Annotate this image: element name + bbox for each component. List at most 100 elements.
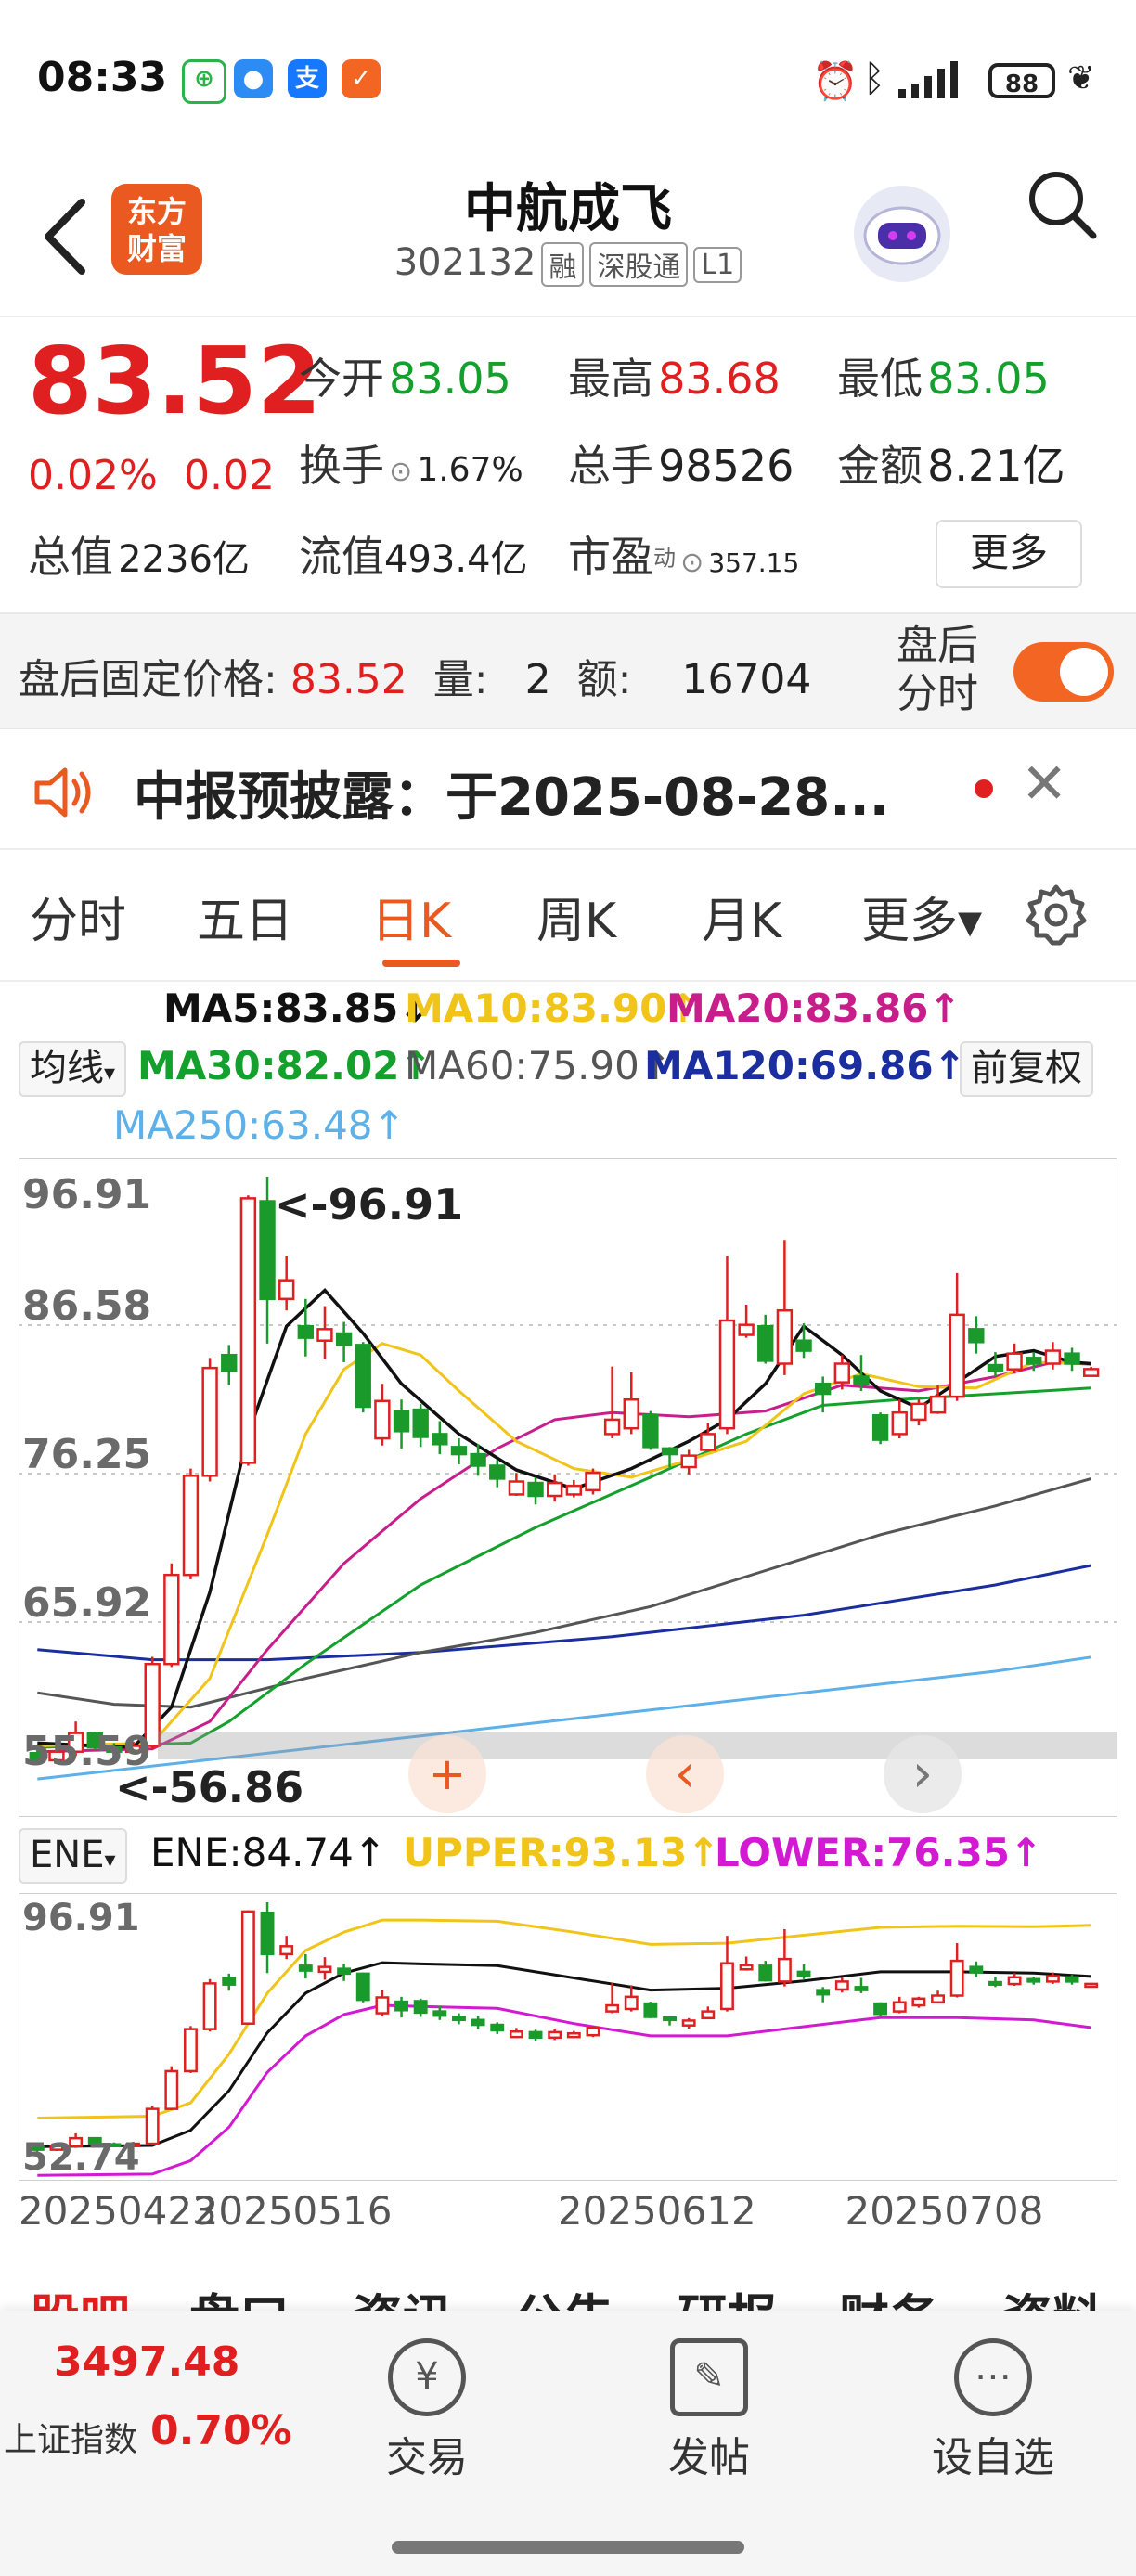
signal-icon — [898, 61, 958, 98]
candle-body — [718, 1319, 736, 1430]
candle-body — [452, 2016, 466, 2022]
candle-body — [949, 1959, 964, 1997]
x-tick-label: 20250516 — [193, 2188, 393, 2234]
candle-body — [891, 1410, 908, 1436]
tab-forum[interactable]: 股吧 — [30, 2277, 130, 2311]
ene-chart[interactable]: 96.91 52.74 — [19, 1893, 1117, 2181]
tab-five-day[interactable]: 五日 — [197, 882, 293, 951]
tab-research[interactable]: 研报 — [678, 2277, 778, 2311]
clock: 08:33 — [37, 54, 168, 101]
unread-dot — [975, 779, 993, 798]
active-tab-indicator — [382, 960, 460, 967]
pe-field: 市盈动 ⊙ 357.15 — [568, 523, 799, 585]
nav-trade[interactable]: ¥ 交易 — [371, 2338, 483, 2483]
more-button[interactable]: 更多 — [936, 520, 1082, 588]
tab-order-book[interactable]: 盘口 — [189, 2277, 290, 2311]
candle-body — [432, 2010, 447, 2017]
candle-body — [297, 1324, 315, 1339]
x-tick-label: 20250612 — [557, 2188, 756, 2234]
ene-selector[interactable]: ENE▾ — [19, 1828, 127, 1884]
candle-body — [201, 1366, 218, 1477]
battery-indicator: 88 — [988, 63, 1055, 98]
tab-financials[interactable]: 财务 — [839, 2277, 939, 2311]
quote-panel: 83.52 0.02% 0.02 今开 83.05 最高 83.68 最低 83… — [0, 317, 1136, 611]
index-value: 3497.48 — [54, 2338, 240, 2386]
candle-body — [240, 1910, 255, 2025]
adjust-button[interactable]: 前复权 — [960, 1041, 1093, 1097]
close-icon[interactable]: ✕ — [1021, 752, 1067, 817]
candle-body — [316, 1328, 333, 1342]
tab-day-k[interactable]: 日K — [371, 882, 451, 951]
candle-body — [546, 1481, 563, 1498]
y-tick-label: 76.25 — [22, 1431, 151, 1478]
tab-week-k[interactable]: 周K — [536, 882, 616, 951]
stock-code: 302132 — [394, 241, 536, 284]
candle-body — [680, 1454, 697, 1469]
candle-body — [910, 1402, 927, 1422]
stock-name: 中航成飞 — [464, 179, 672, 239]
tab-profile[interactable]: 资料 — [1002, 2277, 1103, 2311]
nav-add-watchlist[interactable]: ⋯ 设自选 — [928, 2338, 1058, 2483]
candle-body — [854, 1986, 869, 1991]
candlestick-chart[interactable]: 96.9186.5876.2565.9255.59 <-96.91 <-56.8… — [19, 1158, 1117, 1817]
ma20-label: MA20:83.86↑ — [666, 985, 962, 1031]
y-tick-label: 96.91 — [22, 1171, 151, 1218]
tab-more[interactable]: 更多▾ — [861, 882, 982, 951]
candle-body — [795, 1339, 812, 1352]
candle-body — [394, 2000, 408, 2012]
indicator-selector[interactable]: 均线▾ — [19, 1041, 127, 1097]
change-amount: 0.02 — [184, 452, 275, 499]
info-icon[interactable]: ⊙ — [389, 456, 412, 488]
scroll-track[interactable] — [158, 1732, 1117, 1759]
upper-label: UPPER:93.13↑ — [403, 1830, 720, 1875]
amount-field: 金额 8.21亿 — [837, 432, 1065, 494]
ma250-label: MA250:63.48↑ — [113, 1102, 406, 1148]
bottom-nav: 3497.48 上证指数 0.70% ¥ 交易 ✎ 发帖 ⋯ 设自选 — [0, 2311, 1136, 2576]
search-icon[interactable] — [1025, 167, 1099, 241]
candle-body — [816, 1989, 831, 1996]
candle-body — [814, 1382, 832, 1396]
volume-value: 98526 — [658, 441, 794, 491]
candle-body — [222, 1977, 237, 1986]
info-icon[interactable]: ⊙ — [680, 547, 704, 579]
mktcap-value: 2236亿 — [118, 538, 250, 581]
settings-icon[interactable] — [1025, 883, 1088, 947]
candle-body — [1026, 1977, 1041, 1983]
candle-body — [393, 1410, 410, 1433]
home-indicator[interactable] — [392, 2541, 744, 2554]
tab-intraday[interactable]: 分时 — [30, 882, 126, 951]
y-tick-label: 96.91 — [22, 1897, 140, 1939]
tab-announcements[interactable]: 公告 — [514, 2277, 614, 2311]
tab-month-k[interactable]: 月K — [702, 882, 781, 951]
tab-news[interactable]: 资讯 — [353, 2277, 453, 2311]
index-change: 0.70% — [150, 2407, 292, 2454]
volume-field: 总手 98526 — [568, 432, 794, 494]
assistant-avatar[interactable] — [854, 186, 950, 282]
candle-body — [1045, 1975, 1060, 1983]
more-dots-icon: ⋯ — [954, 2338, 1032, 2416]
candle-body — [585, 1471, 601, 1492]
turnover-field: 换手 ⊙ 1.67% — [299, 432, 523, 494]
candle-body — [663, 2016, 677, 2022]
high-label: 最高 — [568, 354, 653, 404]
tag-level: L1 — [693, 246, 742, 283]
candle-body — [873, 2002, 888, 2016]
notice-bar[interactable]: 中报预披露：于2025-08-28... ✕ — [0, 728, 1136, 850]
candle-body — [298, 1964, 313, 1972]
ene-selector-label: ENE — [30, 1834, 105, 1876]
ene-label: ENE:84.74↑ — [150, 1830, 387, 1875]
candle-body — [777, 1957, 792, 1983]
candle-body — [681, 2019, 696, 2027]
candle-body — [701, 2010, 716, 2020]
high-annotation: <-96.91 — [275, 1179, 463, 1230]
nav-post[interactable]: ✎ 发帖 — [653, 2338, 765, 2483]
stock-header: 东方 财富 中航成飞 302132 融深股通 L1 — [0, 158, 1136, 317]
index-ticker[interactable]: 3497.48 上证指数 0.70% — [0, 2311, 292, 2496]
alarm-icon: ⏰ — [812, 60, 858, 103]
candle-body — [796, 1970, 811, 1977]
after-hours-toggle[interactable] — [1013, 642, 1114, 702]
after-hours-bar: 盘后固定价格: 83.52 量: 2 额: 16704 盘后 分时 — [0, 612, 1136, 729]
candle-body — [1006, 1352, 1023, 1371]
candle-body — [337, 1967, 352, 1976]
float-value: 493.4亿 — [384, 538, 528, 581]
